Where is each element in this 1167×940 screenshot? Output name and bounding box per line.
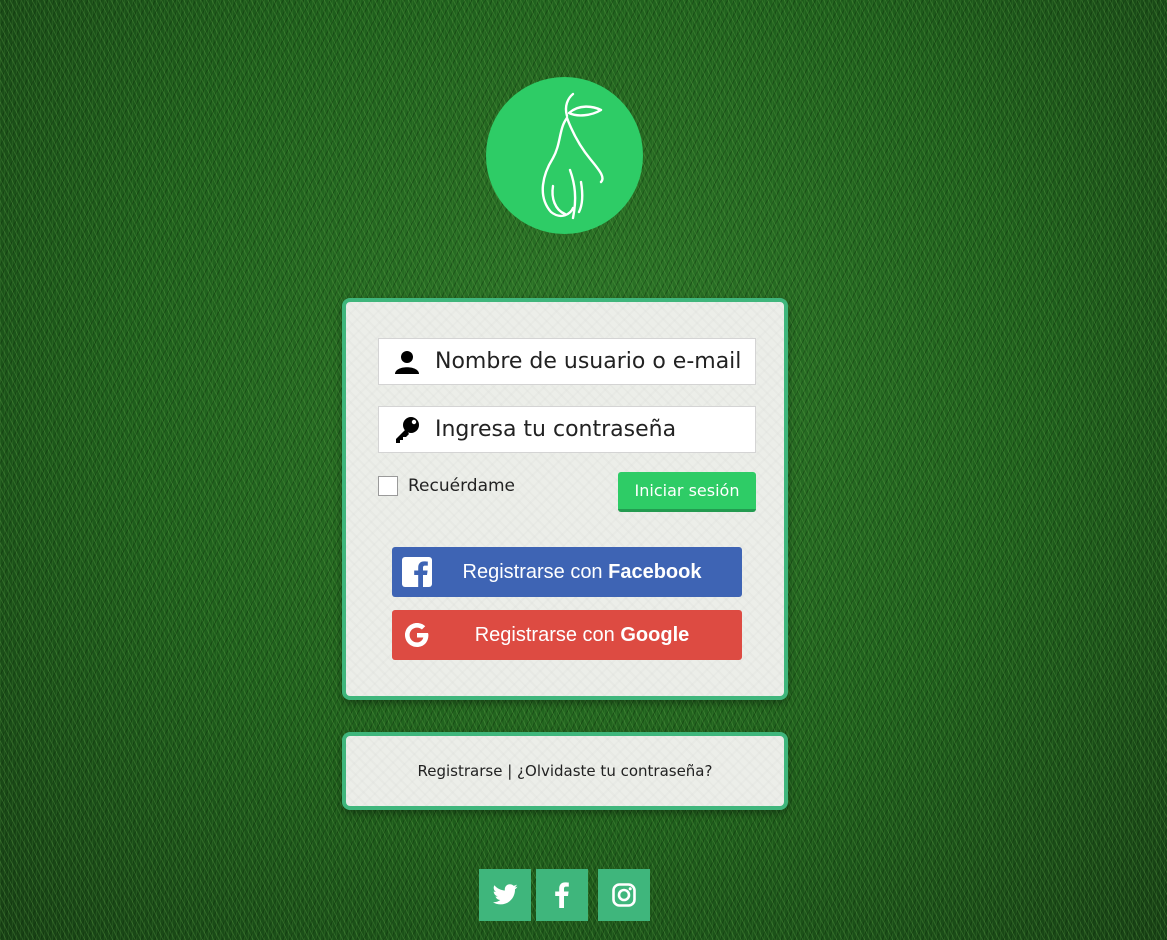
instagram-icon (612, 883, 636, 907)
google-icon (392, 610, 442, 660)
instagram-link[interactable] (598, 869, 650, 921)
facebook-register-button[interactable]: Registrarse con Facebook (392, 547, 742, 597)
twitter-icon (492, 884, 518, 905)
register-link[interactable]: Registrarse (418, 762, 503, 780)
remember-me[interactable]: Recuérdame (378, 476, 515, 496)
facebook-icon (555, 882, 569, 908)
password-input[interactable] (435, 417, 745, 442)
account-links: Registrarse | ¿Olvidaste tu contraseña? (418, 762, 713, 780)
logo (486, 77, 643, 234)
remember-checkbox[interactable] (378, 476, 398, 496)
facebook-brand: Facebook (608, 560, 702, 583)
twitter-link[interactable] (479, 869, 531, 921)
username-field[interactable] (378, 338, 756, 385)
user-icon (379, 349, 435, 375)
facebook-icon (392, 547, 442, 597)
google-register-button[interactable]: Registrarse con Google (392, 610, 742, 660)
forgot-password-link[interactable]: ¿Olvidaste tu contraseña? (517, 762, 712, 780)
username-input[interactable] (435, 349, 745, 374)
remember-label: Recuérdame (408, 476, 516, 496)
pear-icon (541, 92, 604, 219)
google-register-prefix: Registrarse con (474, 623, 621, 646)
links-card: Registrarse | ¿Olvidaste tu contraseña? (342, 732, 788, 810)
links-separator: | (502, 762, 518, 780)
password-field[interactable] (378, 406, 756, 453)
google-brand: Google (620, 623, 690, 646)
key-icon (379, 416, 435, 444)
login-button[interactable]: Iniciar sesión (618, 472, 756, 512)
footer-social-bar (0, 869, 1167, 921)
facebook-link[interactable] (536, 869, 588, 921)
facebook-register-label: Registrarse con Facebook (442, 561, 742, 584)
login-card: Recuérdame Iniciar sesión Registrarse co… (342, 298, 788, 700)
google-register-label: Registrarse con Google (442, 624, 742, 647)
facebook-register-prefix: Registrarse con (462, 560, 609, 583)
